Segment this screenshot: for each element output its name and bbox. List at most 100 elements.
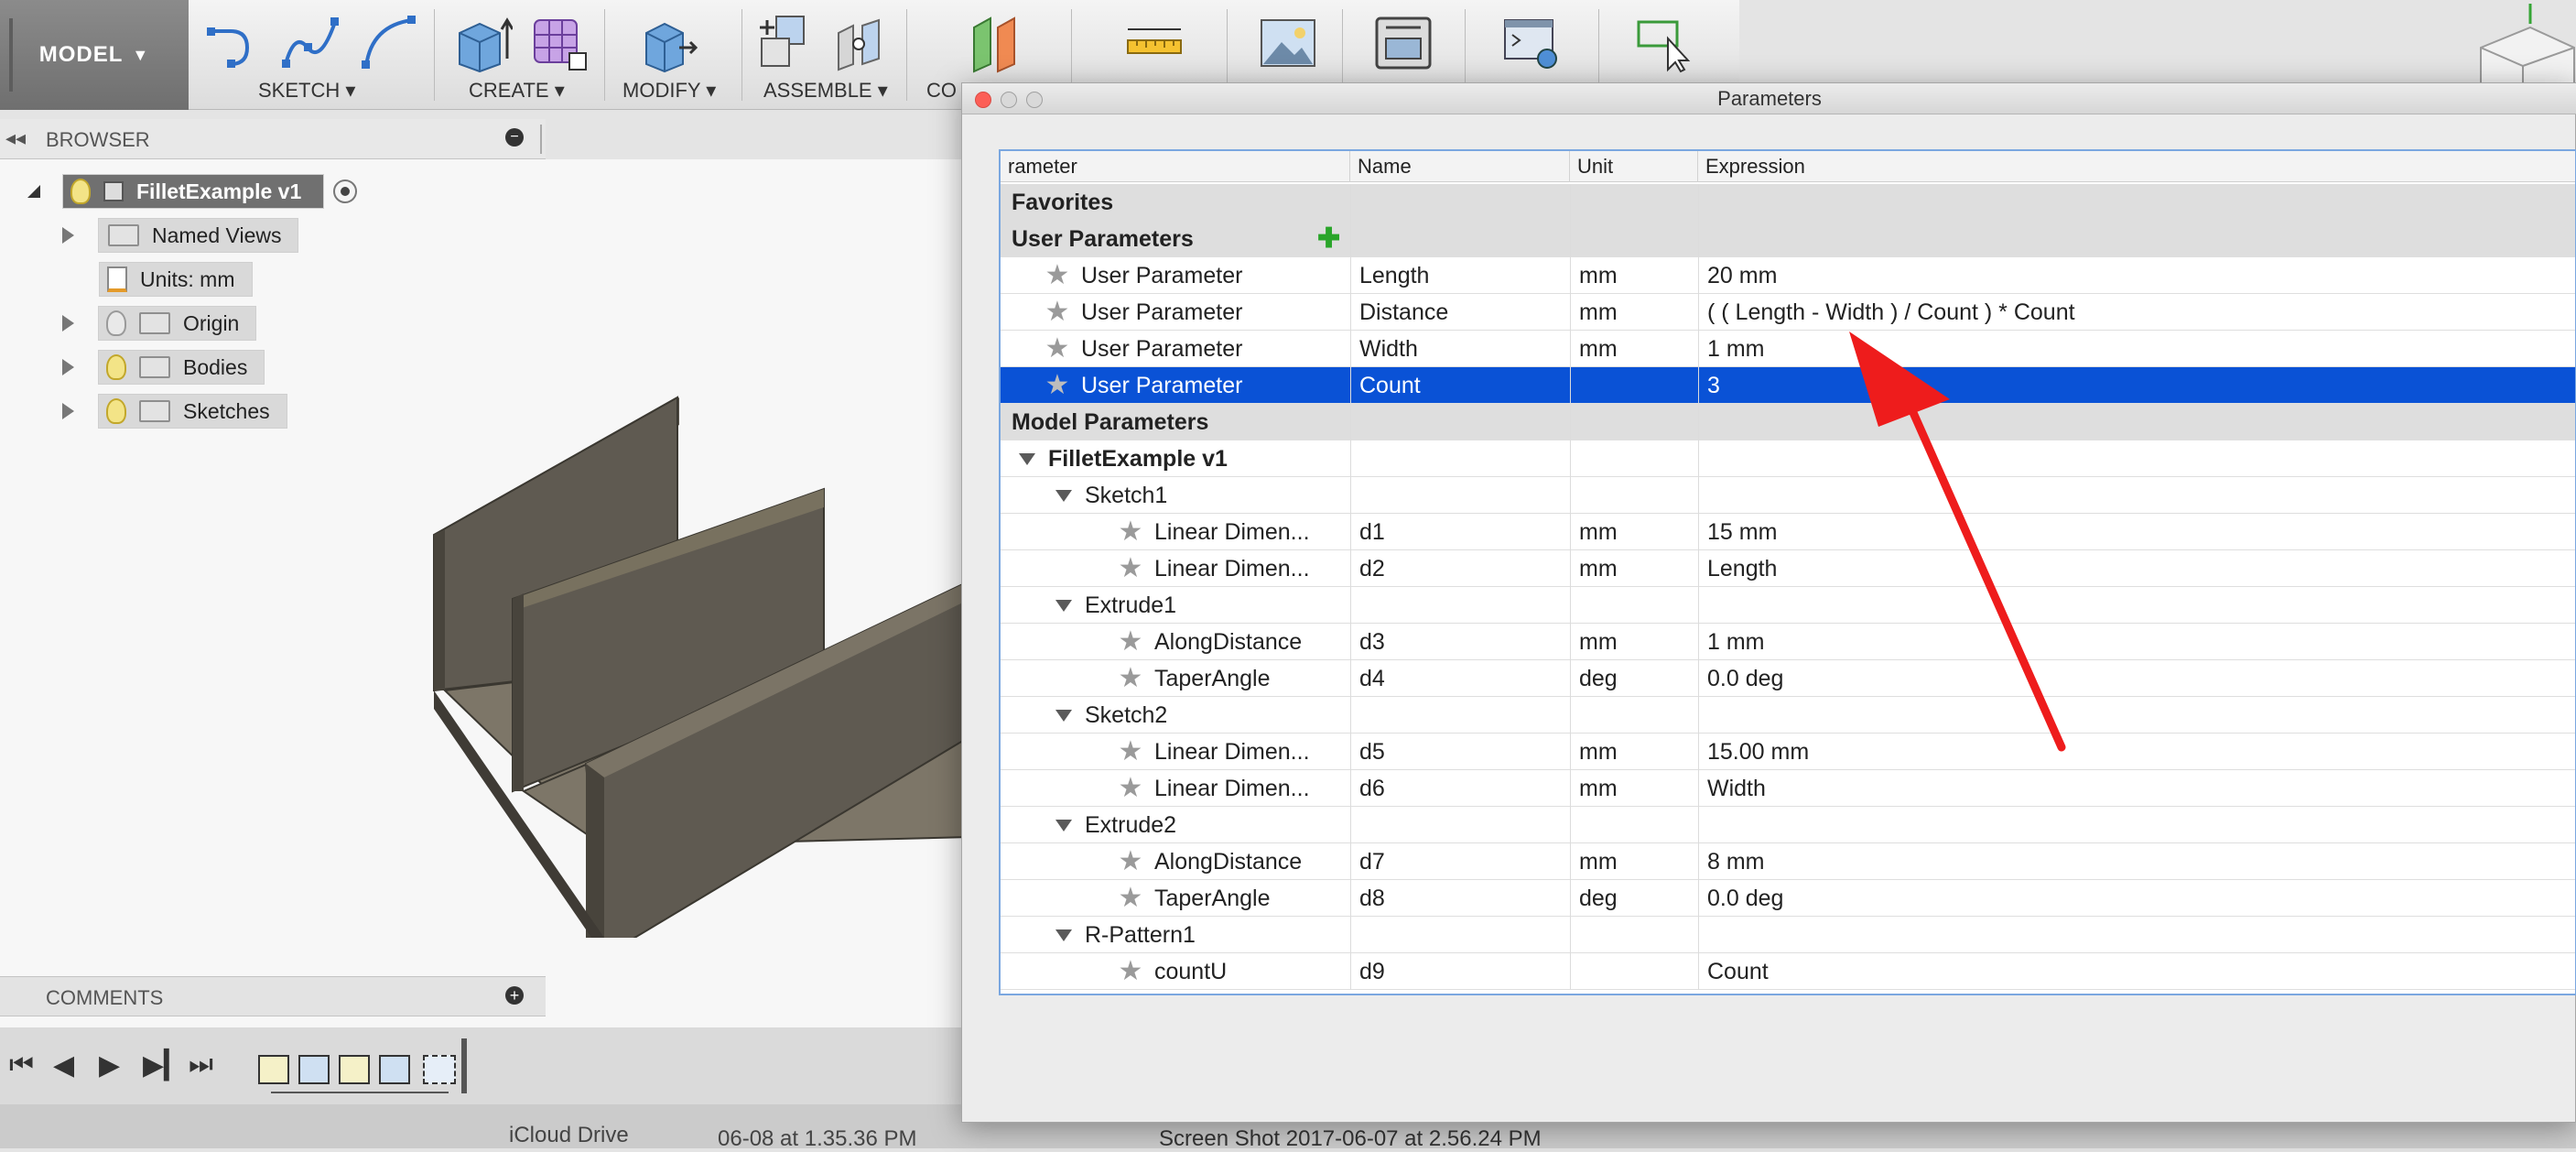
tree-item-bodies[interactable]: Bodies	[62, 350, 265, 385]
collapse-triangle-icon[interactable]	[1055, 710, 1072, 722]
favorite-star-icon[interactable]: ★	[1118, 775, 1143, 802]
favorite-star-icon[interactable]: ★	[1118, 885, 1143, 912]
timeline-sketch1-icon[interactable]	[258, 1055, 289, 1084]
add-comment-icon[interactable]: +	[505, 986, 524, 1005]
toolbar-grip-icon[interactable]	[9, 18, 13, 92]
joint-icon[interactable]	[831, 13, 892, 73]
browser-options-icon[interactable]: −	[505, 128, 524, 147]
create-menu[interactable]: CREATE ▾	[469, 79, 565, 103]
sketch-line-icon[interactable]	[203, 13, 264, 73]
parameter-row[interactable]: ★ User Parameter Distance mm( ( Length - Wi…	[1001, 294, 2575, 331]
favorite-star-icon[interactable]: ★	[1118, 518, 1143, 546]
timeline-pattern-icon[interactable]	[423, 1055, 456, 1084]
collapse-panel-icon[interactable]: ◂◂	[5, 126, 26, 150]
favorite-star-icon[interactable]: ★	[1044, 262, 1070, 289]
model-body[interactable]	[421, 278, 970, 938]
close-window-icon[interactable]	[975, 92, 991, 108]
parameter-row[interactable]: ★ AlongDistance d3 mm 1 mm	[1001, 624, 2575, 660]
feature-row[interactable]: R-Pattern1	[1001, 917, 2575, 953]
model-root-row[interactable]: FilletExample v1	[1001, 440, 2575, 477]
tree-item-sketches[interactable]: Sketches	[62, 394, 287, 429]
parameters-table[interactable]: rameter Name Unit Expression Favorites Us…	[999, 149, 2576, 995]
favorite-star-icon[interactable]: ★	[1118, 848, 1143, 875]
zoom-window-icon[interactable]	[1026, 92, 1043, 108]
parameter-row[interactable]: ★ Linear Dimen... d2 mm Length	[1001, 550, 2575, 587]
step-back-icon[interactable]: ◀	[53, 1049, 74, 1081]
collapse-triangle-icon[interactable]	[1055, 929, 1072, 941]
workspace-switcher-button[interactable]: MODEL ▼	[0, 0, 189, 110]
dialog-titlebar[interactable]: Parameters	[962, 83, 2576, 114]
feature-row[interactable]: Extrude1	[1001, 587, 2575, 624]
sketch-menu[interactable]: SKETCH ▾	[258, 79, 355, 103]
root-component[interactable]: FilletExample v1	[62, 174, 325, 209]
expand-icon[interactable]	[62, 227, 74, 244]
model-parameters-group-row[interactable]: Model Parameters	[1001, 404, 2575, 440]
scripts-addins-icon[interactable]	[1501, 13, 1562, 73]
go-to-end-icon[interactable]: ⏭	[189, 1049, 213, 1081]
tree-root[interactable]: FilletExample v1	[27, 174, 358, 209]
user-parameters-group-row[interactable]: User Parameters ✚	[1001, 221, 2575, 257]
step-forward-icon[interactable]: ▶▎	[143, 1049, 185, 1081]
activate-radio-icon[interactable]	[333, 179, 358, 203]
assemble-menu[interactable]: ASSEMBLE ▾	[763, 79, 888, 103]
column-header-name[interactable]: Name	[1350, 151, 1570, 182]
sketch-arc-icon[interactable]	[359, 13, 419, 73]
parameter-row[interactable]: ★ Linear Dimen... d6 mm Width	[1001, 770, 2575, 807]
timeline-marker[interactable]	[461, 1038, 467, 1093]
favorite-star-icon[interactable]: ★	[1044, 335, 1070, 363]
parameter-row[interactable]: ★ User Parameter Width mm 1 mm	[1001, 331, 2575, 367]
parameter-row[interactable]: ★ Linear Dimen... d1 mm 15 mm	[1001, 514, 2575, 550]
feature-row[interactable]: Sketch1	[1001, 477, 2575, 514]
parameter-row[interactable]: ★ User Parameter Length mm 20 mm	[1001, 257, 2575, 294]
parameter-row[interactable]: ★ TaperAngle d8 deg 0.0 deg	[1001, 880, 2575, 917]
dock-item[interactable]: iCloud Drive	[509, 1123, 629, 1148]
collapse-triangle-icon[interactable]	[1055, 820, 1072, 831]
minimize-window-icon[interactable]	[1001, 92, 1017, 108]
visibility-bulb-icon[interactable]	[106, 398, 126, 424]
insert-image-icon[interactable]	[1258, 13, 1318, 73]
timeline-sketch2-icon[interactable]	[339, 1055, 370, 1084]
column-header-expression[interactable]: Expression	[1698, 151, 2575, 182]
visibility-bulb-icon[interactable]	[70, 179, 91, 204]
favorite-star-icon[interactable]: ★	[1118, 628, 1143, 656]
make-3d-print-icon[interactable]	[1373, 13, 1434, 73]
add-user-parameter-icon[interactable]: ✚	[1317, 221, 1340, 257]
tree-item-units[interactable]: Units: mm	[99, 262, 253, 297]
sketch-spline-icon[interactable]	[280, 13, 341, 73]
parameter-row[interactable]: ★ countU d9 Count	[1001, 953, 2575, 990]
offset-plane-icon[interactable]	[965, 13, 1025, 73]
expand-icon[interactable]	[62, 403, 74, 419]
expand-icon[interactable]	[62, 359, 74, 375]
feature-row[interactable]: Sketch2	[1001, 697, 2575, 734]
expand-icon[interactable]	[62, 315, 74, 331]
column-header-unit[interactable]: Unit	[1570, 151, 1698, 182]
favorite-star-icon[interactable]: ★	[1118, 665, 1143, 692]
favorite-star-icon[interactable]: ★	[1118, 738, 1143, 766]
favorite-star-icon[interactable]: ★	[1044, 299, 1070, 326]
viewcube-icon[interactable]	[2472, 0, 2576, 84]
collapse-triangle-icon[interactable]	[1055, 490, 1072, 502]
favorite-star-icon[interactable]: ★	[1044, 372, 1070, 399]
parameter-row[interactable]: ★ AlongDistance d7 mm 8 mm	[1001, 843, 2575, 880]
favorite-star-icon[interactable]: ★	[1118, 555, 1143, 582]
visibility-bulb-icon[interactable]	[106, 354, 126, 380]
timeline-extrude1-icon[interactable]	[298, 1055, 330, 1084]
parameter-row[interactable]: ★ Linear Dimen... d5 mm 15.00 mm	[1001, 734, 2575, 770]
visibility-bulb-icon[interactable]	[106, 310, 126, 336]
collapse-triangle-icon[interactable]	[1055, 600, 1072, 612]
construct-menu[interactable]: CO	[926, 79, 957, 103]
tree-item-origin[interactable]: Origin	[62, 306, 257, 341]
parameter-row[interactable]: ★ User Parameter Count 3	[1001, 367, 2575, 404]
favorite-star-icon[interactable]: ★	[1118, 958, 1143, 985]
extrude-icon[interactable]	[452, 13, 513, 73]
collapse-triangle-icon[interactable]	[1019, 453, 1035, 465]
favorites-group-row[interactable]: Favorites	[1001, 184, 2575, 221]
feature-row[interactable]: Extrude2	[1001, 807, 2575, 843]
new-component-icon[interactable]	[754, 13, 815, 73]
column-header-parameter[interactable]: rameter	[1001, 151, 1350, 182]
form-icon[interactable]	[529, 13, 590, 73]
go-to-start-icon[interactable]: ⏮	[9, 1049, 34, 1081]
tree-item-named-views[interactable]: Named Views	[62, 218, 299, 253]
timeline-extrude2-icon[interactable]	[379, 1055, 410, 1084]
modify-menu[interactable]: MODIFY ▾	[622, 79, 716, 103]
